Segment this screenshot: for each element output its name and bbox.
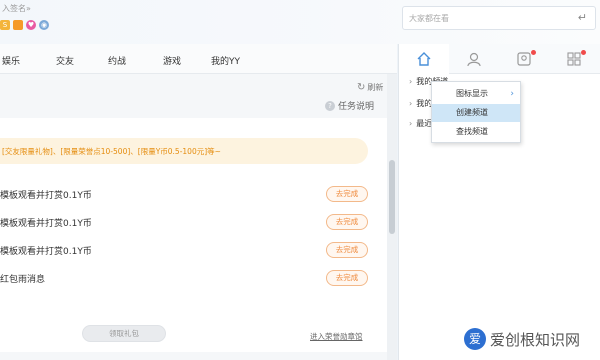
tree-label: 最近 [416, 119, 433, 128]
task-panel: [交友限量礼物]、[限量荣誉点10-500]、[限量Y币0.5-100元]等~ … [0, 118, 387, 352]
list-item: 模板观看并打赏0.1Y币 去完成 [0, 213, 368, 233]
search-input[interactable]: 大家都在看 ↵ [402, 6, 596, 30]
claim-gift-button[interactable]: 领取礼包 [82, 325, 166, 342]
chevron-right-icon: › [409, 77, 413, 86]
tab-my-yy[interactable]: 我的YY [211, 54, 240, 67]
notification-dot [581, 50, 586, 55]
signature-edit[interactable]: 入签名» [2, 3, 31, 14]
watermark: 爱 爱创根知识网 [464, 328, 580, 350]
menu-item-label: 创建频道 [456, 108, 488, 117]
task-explain-label: 任务说明 [338, 102, 375, 112]
enter-icon[interactable]: ↵ [578, 11, 587, 24]
watermark-text: 爱创根知识网 [490, 330, 581, 349]
notification-dot [531, 50, 536, 55]
main-content: ↻ 刷新 ? 任务说明 [交友限量礼物]、[限量荣誉点10-500]、[限量Y币… [0, 74, 397, 360]
list-item: 模板观看并打赏0.1Y币 去完成 [0, 185, 368, 205]
complete-button[interactable]: 去完成 [326, 186, 368, 202]
task-label: 模板观看并打赏0.1Y币 [0, 247, 92, 257]
reward-notice-text: [交友限量礼物]、[限量荣誉点10-500]、[限量Y币0.5-100元]等~ [2, 147, 221, 156]
question-icon: ? [325, 100, 335, 111]
tab-contacts[interactable] [449, 44, 499, 74]
watermark-logo-icon: 爱 [464, 328, 486, 350]
task-label: 模板观看并打赏0.1Y币 [0, 191, 92, 201]
tab-friends-list[interactable] [499, 44, 549, 74]
task-explain-link[interactable]: ? 任务说明 [325, 99, 374, 112]
right-tabs [399, 44, 600, 74]
menu-item-label: 图标显示 [456, 89, 488, 98]
apps-icon [567, 52, 581, 66]
nav-bar: 娱乐 交友 约战 游戏 我的YY [0, 44, 397, 74]
search-placeholder: 大家都在看 [409, 14, 449, 23]
menu-item-label: 查找频道 [456, 127, 488, 136]
refresh-label: 刷新 [367, 83, 384, 92]
task-label: 模板观看并打赏0.1Y币 [0, 219, 92, 229]
refresh-icon: ↻ [357, 82, 366, 93]
chevron-right-icon: › [409, 119, 413, 128]
complete-button[interactable]: 去完成 [326, 242, 368, 258]
list-item: 红包雨消息 去完成 [0, 269, 368, 289]
tab-apps[interactable] [549, 44, 599, 74]
badge-row: S ♥ ◉ [0, 20, 49, 30]
list-item: 模板观看并打赏0.1Y币 去完成 [0, 241, 368, 261]
chevron-right-icon: › [510, 89, 514, 99]
tab-games[interactable]: 游戏 [163, 54, 181, 67]
tab-battle[interactable]: 约战 [108, 54, 126, 67]
tab-entertainment[interactable]: 娱乐 [2, 54, 20, 67]
tab-friends[interactable]: 交友 [56, 54, 74, 67]
tree-recent[interactable]: › 最近 [409, 118, 432, 129]
top-bar: 入签名» S ♥ ◉ 大家都在看 ↵ [0, 0, 600, 44]
tree-my[interactable]: › 我的 [409, 98, 432, 109]
chevron-right-icon: › [409, 99, 413, 108]
scrollbar-thumb[interactable] [389, 160, 395, 234]
s-badge-icon[interactable]: S [0, 20, 10, 30]
context-menu: 图标显示 › 创建频道 查找频道 [431, 81, 521, 143]
friend-icon [517, 52, 531, 66]
menu-item-icon-display[interactable]: 图标显示 › [432, 85, 520, 103]
refresh-button[interactable]: ↻ 刷新 [357, 82, 383, 93]
menu-item-create-channel[interactable]: 创建频道 [432, 104, 520, 122]
menu-item-find-channel[interactable]: 查找频道 [432, 123, 520, 141]
scrollbar[interactable] [387, 74, 397, 360]
reward-notice: [交友限量礼物]、[限量荣誉点10-500]、[限量Y币0.5-100元]等~ [0, 138, 368, 164]
heart-badge-icon[interactable]: ♥ [26, 20, 36, 30]
contact-icon [467, 52, 481, 67]
task-label: 红包雨消息 [0, 275, 46, 285]
eye-badge-icon[interactable]: ◉ [39, 20, 49, 30]
tree-label: 我的 [416, 99, 433, 108]
tab-home[interactable] [399, 44, 449, 74]
honor-hall-link[interactable]: 进入荣誉勋章馆 [310, 331, 363, 342]
complete-button[interactable]: 去完成 [326, 214, 368, 230]
level-badge-icon[interactable] [13, 20, 23, 30]
home-icon [417, 52, 431, 66]
complete-button[interactable]: 去完成 [326, 270, 368, 286]
